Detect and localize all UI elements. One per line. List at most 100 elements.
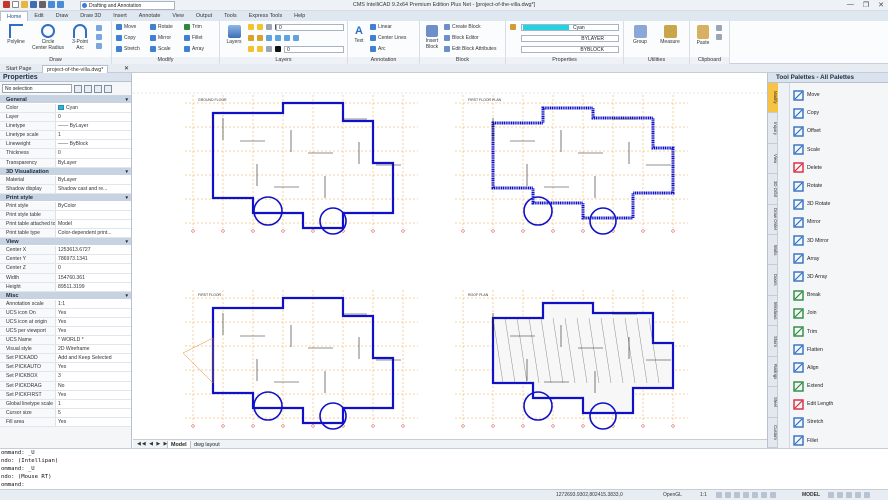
palette-item[interactable]: Break <box>792 286 888 304</box>
palette-item[interactable]: Offset <box>792 122 888 140</box>
layers-button[interactable]: Layers <box>223 25 245 45</box>
property-row[interactable]: Center Y 786973.1341 <box>0 255 131 265</box>
palette-item[interactable]: Move <box>792 86 888 104</box>
layer-freeze-icon[interactable] <box>266 35 272 41</box>
property-row[interactable]: Set PICKBOX 3 <box>0 372 131 382</box>
property-value[interactable]: No <box>56 381 131 390</box>
trim-button[interactable]: Trim <box>184 24 202 30</box>
section-header[interactable]: 3D Visualization <box>0 167 131 176</box>
property-value[interactable]: Yes <box>56 308 131 317</box>
palette-tab[interactable]: 3D Orbit <box>768 174 778 205</box>
palette-tab[interactable]: Draw Order <box>768 205 778 236</box>
section-header[interactable]: General <box>0 96 131 104</box>
osnap-icon[interactable] <box>752 492 758 498</box>
tab-help[interactable]: Help <box>288 11 311 21</box>
property-row[interactable]: Annotation scale 1:1 <box>0 299 131 309</box>
minimize-button[interactable]: — <box>847 1 854 9</box>
sun-icon[interactable] <box>257 24 263 30</box>
property-value[interactable]: 154760.361 <box>56 273 131 282</box>
tab-express-tools[interactable]: Express Tools <box>243 11 288 21</box>
rotate-button[interactable]: Rotate <box>150 24 173 30</box>
bulb2-icon[interactable] <box>248 46 254 52</box>
property-value[interactable]: Shadow cast and re... <box>56 184 131 193</box>
property-value[interactable]: ByColor <box>56 201 131 210</box>
block-editor-button[interactable]: Block Editor <box>444 35 479 41</box>
property-value[interactable]: Model <box>56 220 131 229</box>
property-row[interactable]: Thickness 0 <box>0 149 131 159</box>
property-value[interactable]: 0 <box>56 149 131 158</box>
fullscreen-icon[interactable] <box>846 492 852 498</box>
palette-tab[interactable]: Walls <box>768 235 778 266</box>
snap-icon[interactable] <box>716 492 722 498</box>
text-button[interactable]: A Text <box>350 25 368 44</box>
palette-item[interactable]: Copy <box>792 104 888 122</box>
property-row[interactable]: Width 154760.361 <box>0 273 131 283</box>
palette-item[interactable]: 3D Mirror <box>792 232 888 250</box>
command-prompt[interactable]: ommand: <box>1 481 888 489</box>
property-row[interactable]: Linetype —— ByLayer <box>0 122 131 132</box>
grid-icon[interactable] <box>725 492 731 498</box>
color-dropdown[interactable]: Cyan <box>521 24 619 31</box>
polyline-button[interactable]: Polyline <box>4 24 28 45</box>
property-value[interactable]: Cyan <box>56 104 131 113</box>
polar-icon[interactable] <box>743 492 749 498</box>
palette-item[interactable]: Flatten <box>792 341 888 359</box>
centerlines-button[interactable]: Center Lines <box>370 35 406 41</box>
create-block-button[interactable]: Create Block <box>444 24 481 30</box>
palette-tab[interactable]: Railings <box>768 357 778 388</box>
property-value[interactable]: Color-dependent print... <box>56 229 131 238</box>
palette-tab[interactable]: Doors <box>768 266 778 296</box>
palette-item[interactable]: Scale <box>792 141 888 159</box>
property-row[interactable]: Transparency ByLayer <box>0 158 131 168</box>
pickadd-icon[interactable] <box>94 84 102 93</box>
property-value[interactable]: Yes <box>56 326 131 336</box>
property-row[interactable]: Cursor size 5 <box>0 408 131 418</box>
section-header[interactable]: Print style <box>0 193 131 202</box>
property-value[interactable]: ByLayer <box>56 158 131 167</box>
model-space-toggle[interactable]: MODEL <box>802 492 820 498</box>
palette-item[interactable]: Trim <box>792 322 888 340</box>
property-row[interactable]: Print style ByColor <box>0 201 131 211</box>
property-row[interactable]: Set PICKDRAG No <box>0 381 131 391</box>
property-value[interactable] <box>56 210 131 220</box>
property-row[interactable]: UCS icon On Yes <box>0 308 131 318</box>
layer-walk-icon[interactable] <box>275 35 281 41</box>
copy-clip-icon[interactable] <box>716 34 722 40</box>
tab-home[interactable]: Home <box>0 11 29 21</box>
property-value[interactable]: 89511.3199 <box>56 282 131 291</box>
property-row[interactable]: Material ByLayer <box>0 175 131 185</box>
tab-view[interactable]: View <box>166 11 190 21</box>
palette-item[interactable]: Join <box>792 304 888 322</box>
layer-dropdown-2[interactable]: 0 <box>284 46 344 53</box>
arc-button[interactable]: 3-Point Arc <box>68 24 92 51</box>
mirror-button[interactable]: Mirror <box>150 35 171 41</box>
palette-item[interactable]: Mirror <box>792 213 888 231</box>
scale-button[interactable]: Scale <box>150 46 171 52</box>
layer-match-icon[interactable] <box>284 35 290 41</box>
paste-button[interactable]: Paste <box>693 25 713 46</box>
workspace-icon[interactable] <box>828 492 834 498</box>
edit-attributes-button[interactable]: Edit Block Attributes <box>444 46 496 52</box>
opengl-indicator[interactable]: OpenGL <box>663 492 682 498</box>
palette-item[interactable]: Rotate <box>792 177 888 195</box>
section-header[interactable]: Misc <box>0 291 131 300</box>
layer-off-icon[interactable] <box>257 35 263 41</box>
property-value[interactable]: Yes <box>56 417 131 426</box>
palette-item[interactable]: Stretch <box>792 413 888 431</box>
lightbulb-icon[interactable] <box>248 24 254 30</box>
otrack-icon[interactable] <box>761 492 767 498</box>
tab-edit[interactable]: Edit <box>28 11 49 21</box>
palette-item[interactable]: Align <box>792 359 888 377</box>
property-row[interactable]: Set PICKADD Add and Keep Selected <box>0 354 131 364</box>
property-row[interactable]: Set PICKAUTO Yes <box>0 363 131 373</box>
palette-tab[interactable]: Custom <box>768 418 778 448</box>
hatch-icon[interactable] <box>96 43 102 49</box>
selection-dropdown[interactable]: No selection <box>2 84 72 93</box>
property-row[interactable]: Center Z0 <box>0 264 131 274</box>
property-row[interactable]: Set PICKFIRST Yes <box>0 390 131 400</box>
palette-tab[interactable]: Windows <box>768 296 778 327</box>
linear-button[interactable]: Linear <box>370 24 392 30</box>
property-value[interactable]: —— ByLayer <box>56 122 131 131</box>
circle-button[interactable]: Circle Center Radius <box>30 24 66 51</box>
lock-icon[interactable] <box>266 24 272 30</box>
